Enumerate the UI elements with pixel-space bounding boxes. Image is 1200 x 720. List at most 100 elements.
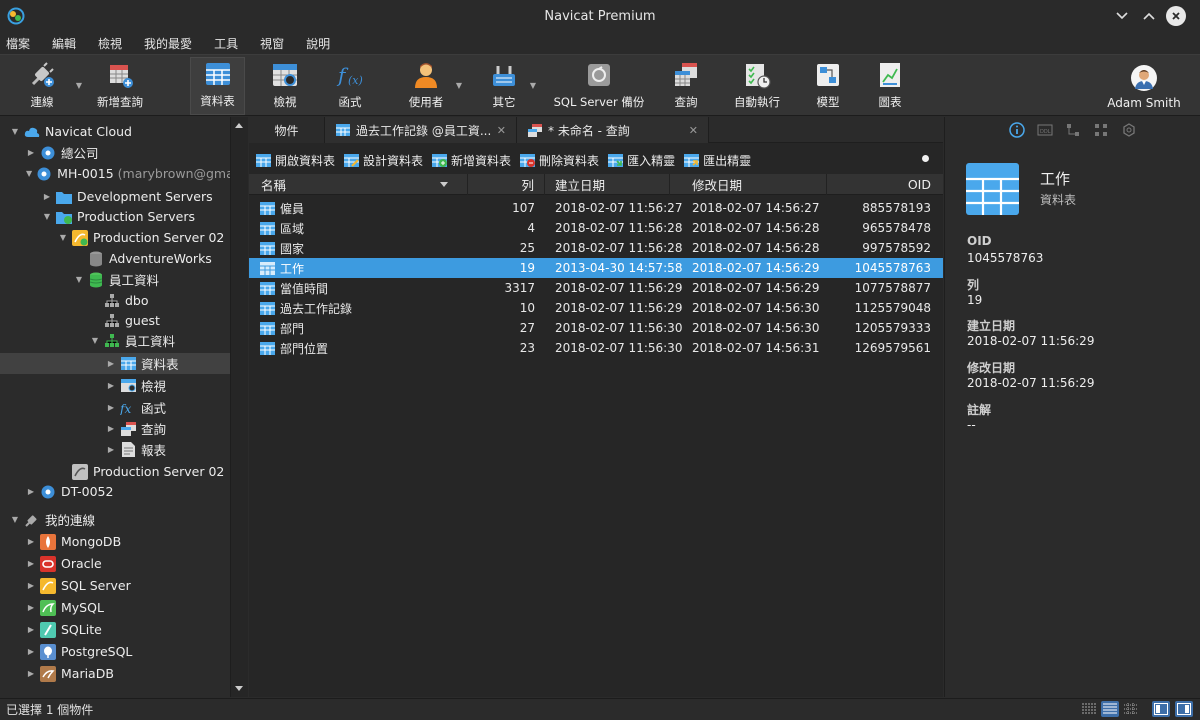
chevron-right-icon[interactable]: ▶ xyxy=(26,603,36,613)
tree-item-mongodb[interactable]: ▶ MongoDB xyxy=(0,531,230,552)
table-button[interactable]: 資料表 xyxy=(190,57,245,115)
user-button[interactable]: 使用者 ▼ xyxy=(400,57,462,115)
menu-view[interactable]: 檢視 xyxy=(98,35,122,52)
info-tab-used-by[interactable] xyxy=(1087,120,1115,140)
detail-view-icon[interactable] xyxy=(1101,701,1119,717)
chevron-right-icon[interactable]: ▶ xyxy=(26,559,36,569)
scroll-down-icon[interactable] xyxy=(234,685,244,693)
chart-button[interactable]: 圖表 xyxy=(872,57,908,115)
chevron-right-icon[interactable]: ▶ xyxy=(26,669,36,679)
import-wizard-button[interactable]: 匯入精靈 xyxy=(607,152,675,169)
tree-item-prod-servers[interactable]: ▼ Production Servers xyxy=(0,206,230,227)
chevron-down-icon[interactable]: ▼ xyxy=(26,169,32,179)
menu-file[interactable]: 檔案 xyxy=(6,35,30,52)
tree-item-reports[interactable]: ▶ 報表 xyxy=(0,439,230,460)
column-header-created[interactable]: 建立日期 xyxy=(545,174,670,195)
menu-edit[interactable]: 編輯 xyxy=(52,35,76,52)
tree-item-guest[interactable]: guest xyxy=(0,310,230,331)
chevron-right-icon[interactable]: ▶ xyxy=(42,192,52,202)
chevron-right-icon[interactable]: ▶ xyxy=(26,487,36,497)
tree-item-postgresql[interactable]: ▶ PostgreSQL xyxy=(0,641,230,662)
tree-item-views[interactable]: ▶ 檢視 xyxy=(0,375,230,396)
other-button[interactable]: 其它 ▼ xyxy=(482,57,536,115)
table-row[interactable]: 國家 25 2018-02-07 11:56:28 2018-02-07 14:56:… xyxy=(249,238,943,258)
chevron-right-icon[interactable]: ▶ xyxy=(26,581,36,591)
menu-tools[interactable]: 工具 xyxy=(214,35,238,52)
chevron-right-icon[interactable]: ▶ xyxy=(26,537,36,547)
status-dot-icon[interactable] xyxy=(922,155,929,162)
column-header-oid[interactable]: OID xyxy=(827,174,943,195)
tab-objects[interactable]: 物件 xyxy=(249,117,325,143)
tree-item-queries[interactable]: ▶ 查詢 xyxy=(0,418,230,439)
tree-item-dt-0052[interactable]: ▶ DT-0052 xyxy=(0,481,230,502)
chevron-right-icon[interactable]: ▶ xyxy=(106,359,116,369)
toggle-left-pane-icon[interactable] xyxy=(1152,701,1170,717)
tree-item-functions[interactable]: ▶ fx 函式 xyxy=(0,397,230,418)
chevron-down-icon[interactable]: ▼ xyxy=(10,515,20,525)
close-tab-icon[interactable]: ✕ xyxy=(497,124,506,137)
tree-item-prod-server-02[interactable]: ▼ Production Server 02 xyxy=(0,227,230,248)
sidebar-scrollbar[interactable] xyxy=(230,117,248,697)
table-row[interactable]: 當值時間 3317 2018-02-07 11:56:29 2018-02-07 14… xyxy=(249,278,943,298)
tree-item-mysql[interactable]: ▶ MySQL xyxy=(0,597,230,618)
tab-untitled-query[interactable]: * 未命名 - 查詢 ✕ xyxy=(517,117,709,143)
design-table-button[interactable]: 設計資料表 xyxy=(343,152,423,169)
info-tab-ddl[interactable]: DDL xyxy=(1031,120,1059,140)
tree-item-mariadb[interactable]: ▶ MariaDB xyxy=(0,663,230,684)
chevron-right-icon[interactable]: ▶ xyxy=(26,647,36,657)
table-row[interactable]: 部門 27 2018-02-07 11:56:30 2018-02-07 14:56:… xyxy=(249,318,943,338)
chevron-right-icon[interactable]: ▶ xyxy=(26,148,36,158)
chevron-right-icon[interactable]: ▶ xyxy=(26,625,36,635)
new-query-button[interactable]: 新增查詢 xyxy=(90,57,150,115)
toggle-right-pane-icon[interactable] xyxy=(1175,701,1193,717)
chevron-right-icon[interactable]: ▶ xyxy=(106,381,116,391)
table-row[interactable]: 部門位置 23 2018-02-07 11:56:30 2018-02-07 14:5… xyxy=(249,338,943,358)
info-tab-general[interactable] xyxy=(1003,120,1031,140)
tab-job-history[interactable]: 過去工作記錄 @員工資... ✕ xyxy=(325,117,517,143)
chevron-down-icon[interactable]: ▼ xyxy=(76,81,82,90)
tree-item-hq[interactable]: ▶ 總公司 xyxy=(0,142,230,163)
minimize-icon[interactable] xyxy=(1112,6,1132,26)
tree-item-dev-servers[interactable]: ▶ Development Servers xyxy=(0,186,230,207)
tree-item-sqlite[interactable]: ▶ SQLite xyxy=(0,619,230,640)
user-account[interactable]: Adam Smith xyxy=(1104,57,1184,115)
tree-item-employee-schema[interactable]: ▼ 員工資料 xyxy=(0,330,230,351)
column-header-rows[interactable]: 列 xyxy=(468,174,545,195)
view-button[interactable]: 檢視 xyxy=(262,57,308,115)
export-wizard-button[interactable]: 匯出精靈 xyxy=(683,152,751,169)
model-button[interactable]: 模型 xyxy=(810,57,846,115)
grid-view-icon[interactable] xyxy=(1122,701,1140,717)
chevron-down-icon[interactable]: ▼ xyxy=(10,127,20,137)
tree-item-adventureworks[interactable]: AdventureWorks xyxy=(0,248,230,269)
info-tab-settings[interactable] xyxy=(1115,120,1143,140)
info-tab-dependencies[interactable] xyxy=(1059,120,1087,140)
chevron-down-icon[interactable]: ▼ xyxy=(530,81,536,90)
list-view-icon[interactable] xyxy=(1080,701,1098,717)
close-tab-icon[interactable]: ✕ xyxy=(689,124,698,137)
table-row[interactable]: 區域 4 2018-02-07 11:56:28 2018-02-07 14:56:2… xyxy=(249,218,943,238)
scroll-up-icon[interactable] xyxy=(234,121,244,129)
menu-favorites[interactable]: 我的最愛 xyxy=(144,35,192,52)
open-table-button[interactable]: 開啟資料表 xyxy=(255,152,335,169)
connect-button[interactable]: 連線 ▼ xyxy=(12,57,82,115)
table-row[interactable]: 僱員 107 2018-02-07 11:56:27 2018-02-07 14:56… xyxy=(249,198,943,218)
tree-item-my-connections[interactable]: ▼ 我的連線 xyxy=(0,509,230,530)
tree-item-prod-server-02b[interactable]: Production Server 02 xyxy=(0,461,230,482)
chevron-right-icon[interactable]: ▶ xyxy=(106,424,116,434)
tree-item-oracle[interactable]: ▶ Oracle xyxy=(0,553,230,574)
chevron-right-icon[interactable]: ▶ xyxy=(106,403,116,413)
tree-item-mh-0015[interactable]: ▼ MH-0015 (marybrown@gma xyxy=(0,163,234,184)
chevron-down-icon[interactable]: ▼ xyxy=(456,81,462,90)
automation-button[interactable]: 自動執行 xyxy=(732,57,782,115)
column-header-name[interactable]: 名稱 xyxy=(249,174,468,195)
table-row[interactable]: 過去工作記錄 10 2018-02-07 11:56:29 2018-02-07 14… xyxy=(249,298,943,318)
chevron-down-icon[interactable]: ▼ xyxy=(58,233,68,243)
chevron-down-icon[interactable]: ▼ xyxy=(74,275,84,285)
tree-item-dbo[interactable]: dbo xyxy=(0,290,230,311)
delete-table-button[interactable]: 刪除資料表 xyxy=(519,152,599,169)
new-table-button[interactable]: 新增資料表 xyxy=(431,152,511,169)
tree-item-employee-db[interactable]: ▼ 員工資料 xyxy=(0,269,230,290)
tree-item-tables[interactable]: ▶ 資料表 xyxy=(0,353,230,374)
query-button[interactable]: 查詢 xyxy=(666,57,706,115)
menu-window[interactable]: 視窗 xyxy=(260,35,284,52)
